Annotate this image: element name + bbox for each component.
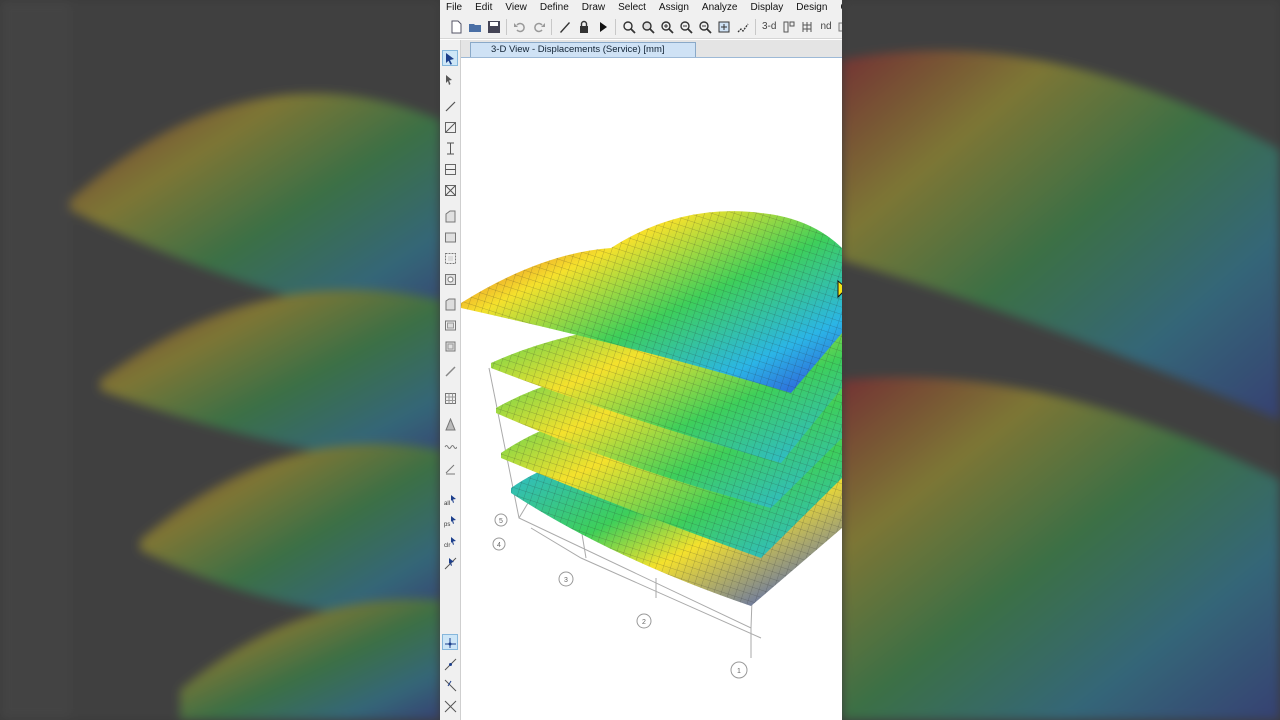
menu-options[interactable]: Op	[834, 2, 842, 13]
draw-line-icon[interactable]	[442, 98, 458, 114]
model-viewport[interactable]: 5 4 3 2 1	[461, 58, 842, 720]
view-tab-strip: 3-D View - Displacements (Service) [mm]	[461, 40, 842, 58]
toolbar-separator	[551, 18, 552, 35]
background-blur-left	[0, 0, 440, 720]
undo-icon[interactable]	[510, 17, 529, 36]
more-tools-icon[interactable]	[835, 17, 842, 36]
select-pointer-icon[interactable]	[442, 50, 458, 66]
svg-text:all: all	[444, 501, 450, 507]
reshape-icon[interactable]	[442, 72, 458, 88]
grid-bubble-1: 1	[730, 661, 748, 679]
draw-floor-icon[interactable]	[442, 208, 458, 224]
save-icon[interactable]	[484, 17, 503, 36]
zoom-window-icon[interactable]	[619, 17, 638, 36]
toolbar-separator	[755, 18, 756, 35]
menu-edit[interactable]: Edit	[469, 2, 499, 13]
draw-slab-icon[interactable]	[442, 338, 458, 354]
toolbar-separator	[615, 18, 616, 35]
zoom-previous-icon[interactable]	[695, 17, 714, 36]
menu-assign[interactable]: Assign	[653, 2, 696, 13]
draw-rectangle-area-icon[interactable]	[442, 229, 458, 245]
draw-brace-icon[interactable]	[442, 119, 458, 135]
zoom-restore-icon[interactable]	[638, 17, 657, 36]
svg-text:clr: clr	[444, 543, 450, 549]
run-icon[interactable]	[593, 17, 612, 36]
open-icon[interactable]	[465, 17, 484, 36]
elevation-view-icon[interactable]	[798, 17, 817, 36]
menu-view[interactable]: View	[499, 2, 534, 13]
app-window: File Edit View Define Draw Select Assign…	[440, 0, 842, 720]
draw-beam-icon[interactable]	[442, 161, 458, 177]
svg-text:ps: ps	[444, 522, 450, 528]
draw-wall-stack-icon[interactable]	[442, 317, 458, 333]
snap-line-icon[interactable]	[442, 656, 458, 672]
select-all-icon[interactable]: all	[442, 492, 458, 508]
grid-bubble-label: 1	[737, 668, 741, 675]
clear-selection-icon[interactable]: clr	[442, 534, 458, 550]
draw-opening-icon[interactable]	[442, 271, 458, 287]
new-model-icon[interactable]	[446, 17, 465, 36]
menu-define[interactable]: Define	[534, 2, 576, 13]
grid-bubble-label: 2	[642, 619, 646, 626]
grid-bubble-label: 3	[564, 577, 568, 584]
snap-points-icon[interactable]	[442, 634, 458, 650]
menu-design[interactable]: Design	[790, 2, 834, 13]
grid-bubble-5: 5	[494, 513, 508, 527]
grid-bubble-label: 4	[497, 542, 501, 549]
grid-bubble-label: 5	[499, 518, 503, 525]
draw-dimension-icon[interactable]	[442, 460, 458, 476]
draw-link-icon[interactable]	[442, 363, 458, 379]
left-toolbar: all ps clr	[440, 40, 461, 720]
snap-perpendicular-icon[interactable]	[442, 677, 458, 693]
menu-analyze[interactable]: Analyze	[696, 2, 745, 13]
main-toolbar: 3-d nd	[440, 15, 842, 39]
plan-view-icon[interactable]	[779, 17, 798, 36]
menu-bar: File Edit View Define Draw Select Assign…	[440, 0, 842, 15]
draw-cross-brace-icon[interactable]	[442, 182, 458, 198]
draw-wall-icon[interactable]	[442, 296, 458, 312]
draw-support-icon[interactable]	[442, 416, 458, 432]
pan-icon[interactable]	[714, 17, 733, 36]
view-tab-3d-displacements[interactable]: 3-D View - Displacements (Service) [mm]	[470, 42, 696, 57]
zoom-out-icon[interactable]	[676, 17, 695, 36]
draw-spring-icon[interactable]	[442, 438, 458, 454]
rubber-band-icon[interactable]	[733, 17, 752, 36]
draw-column-icon[interactable]	[442, 140, 458, 156]
background-blur-right	[842, 0, 1280, 720]
draw-quick-area-icon[interactable]	[442, 250, 458, 266]
draw-grid-icon[interactable]	[442, 390, 458, 406]
refresh-icon[interactable]	[555, 17, 574, 36]
select-intersect-icon[interactable]	[442, 555, 458, 571]
redo-icon[interactable]	[529, 17, 548, 36]
nd-button[interactable]: nd	[817, 21, 834, 32]
mouse-cursor-icon	[837, 279, 842, 307]
snap-intersection-icon[interactable]	[442, 698, 458, 714]
select-previous-icon[interactable]: ps	[442, 513, 458, 529]
grid-bubble-2: 2	[636, 613, 652, 629]
view-3d-button[interactable]: 3-d	[759, 21, 779, 32]
grid-bubble-3: 3	[558, 571, 574, 587]
menu-file[interactable]: File	[440, 2, 469, 13]
grid-bubble-4: 4	[492, 537, 506, 551]
menu-select[interactable]: Select	[612, 2, 653, 13]
menu-display[interactable]: Display	[745, 2, 791, 13]
lock-icon[interactable]	[574, 17, 593, 36]
toolbar-separator	[506, 18, 507, 35]
zoom-in-icon[interactable]	[657, 17, 676, 36]
menu-draw[interactable]: Draw	[576, 2, 612, 13]
